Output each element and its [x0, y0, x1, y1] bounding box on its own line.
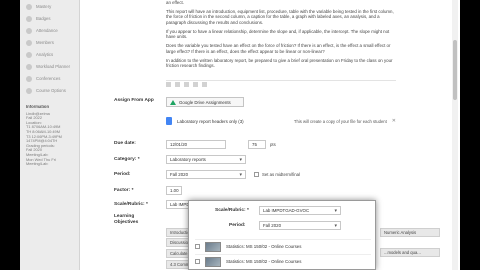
members-icon — [26, 39, 32, 46]
course-information: Information Lindb@zelma Fall 2022 Locati… — [26, 105, 78, 167]
description-paragraph: If you appear to have a linear relations… — [166, 28, 390, 40]
course-row[interactable]: Statistics: MS 150/02 - Online Courses — [195, 254, 371, 268]
period-select[interactable]: Fall 2020 — [166, 170, 246, 179]
attached-file-row: Laboratory report headers only (3) This … — [166, 115, 396, 127]
analytics-icon — [26, 51, 32, 58]
sidebar-item-members[interactable]: Members — [26, 38, 78, 47]
sidebar-item-label: Analytics — [36, 52, 54, 57]
sidebar-item-attendance[interactable]: Attendance — [26, 26, 78, 35]
google-drive-button[interactable]: Google Drive Assignments — [166, 97, 244, 107]
category-select[interactable]: Laboratory reports — [166, 155, 246, 164]
popup-scale-select[interactable]: Lab IMPDTGAD-GVOC — [259, 206, 341, 215]
due-date-label: Due date: — [114, 141, 136, 146]
scale-rubric-label: Scale/Rubric: * — [114, 202, 148, 207]
course-sidebar: Mastery Badges Attendance Members Analyt… — [20, 0, 80, 270]
objective-chip[interactable]: ...models and qua... — [380, 248, 440, 257]
image-icon[interactable] — [202, 82, 207, 87]
conferences-icon — [26, 75, 32, 82]
info-line: Meeting/Lab: — [26, 162, 49, 167]
course-row-label: Statistics: MS 150/02 - Online Courses — [226, 244, 302, 249]
scrollbar-thumb[interactable] — [453, 40, 457, 100]
due-date-input[interactable]: 12/01/20 — [166, 140, 226, 149]
sidebar-item-conferences[interactable]: Conferences — [26, 74, 78, 83]
remove-icon[interactable]: ✕ — [392, 118, 396, 124]
italic-icon[interactable] — [175, 82, 180, 87]
sidebar-item-analytics[interactable]: Analytics — [26, 50, 78, 59]
midterm-label: Set as midterm/final — [262, 172, 300, 177]
zoom-overlay: Scale/Rubric: * Lab IMPDTGAD-GVOC Period… — [188, 200, 376, 270]
course-page: Mastery Badges Attendance Members Analyt… — [20, 0, 460, 270]
popup-scale-label: Scale/Rubric: * — [215, 208, 249, 213]
screen-frame: Mastery Badges Attendance Members Analyt… — [0, 0, 480, 270]
course-row-label: Statistics: MS 150/02 - Online Courses — [226, 259, 302, 264]
course-checkbox[interactable] — [195, 259, 200, 264]
course-checkbox[interactable] — [195, 244, 200, 249]
gear-icon — [26, 87, 32, 94]
editor-toolbar — [166, 80, 396, 88]
learning-objectives-label: Learning Objectives — [114, 214, 139, 225]
link-icon[interactable] — [184, 82, 189, 87]
copy-note: This will create a copy of your file for… — [293, 118, 387, 124]
sidebar-item-badges[interactable]: Badges — [26, 14, 78, 23]
attached-file-name[interactable]: Laboratory report headers only (3) — [177, 119, 244, 124]
sidebar-item-label: Badges — [36, 16, 51, 21]
factor-input[interactable]: 1.00 — [166, 186, 182, 195]
mastery-icon — [26, 3, 32, 10]
popup-period-select[interactable]: Fall 2020 — [259, 221, 341, 230]
google-drive-button-label: Google Drive Assignments — [179, 99, 231, 105]
points-input[interactable]: 75 — [248, 140, 266, 149]
document-icon — [166, 117, 172, 125]
category-label: Category: * — [114, 157, 140, 162]
objective-chip[interactable]: Numeric Analysis — [380, 228, 440, 237]
course-thumbnail — [205, 241, 221, 252]
midterm-checkbox[interactable] — [254, 172, 259, 177]
planner-icon — [26, 63, 32, 70]
sidebar-item-label: Members — [36, 40, 54, 45]
course-row[interactable]: Statistics: MS 150/02 - Online Courses — [195, 239, 371, 253]
badge-icon — [26, 15, 32, 22]
information-heading: Information — [26, 105, 50, 109]
sidebar-item-label: Mastery — [36, 4, 52, 9]
description-paragraph: Does the variable you tested have an eff… — [166, 43, 391, 54]
sidebar-item-mastery[interactable]: Mastery — [26, 2, 78, 11]
bold-icon[interactable] — [166, 82, 171, 87]
assign-from-app-label: Assign From App — [114, 98, 154, 103]
points-unit: pts — [270, 142, 276, 147]
factor-label: Factor: * — [114, 188, 134, 193]
description-paragraph: This report will have an introduction, e… — [166, 8, 394, 25]
description-paragraph: In addition to the written laboratory re… — [166, 57, 393, 69]
course-thumbnail — [205, 256, 221, 267]
sidebar-item-label: Conferences — [36, 76, 61, 81]
sidebar-item-label: Attendance — [36, 28, 58, 33]
assignment-description[interactable]: an effect. This report will have an intr… — [166, 0, 396, 72]
description-paragraph: an effect. — [166, 0, 184, 5]
popup-period-label: Period: — [229, 223, 246, 228]
period-label: Period: — [114, 172, 131, 177]
attach-icon[interactable] — [193, 82, 198, 87]
sidebar-item-course-options[interactable]: Course Options — [26, 86, 78, 95]
page-scrollbar[interactable] — [452, 0, 458, 270]
sidebar-item-workload-planner[interactable]: Workload Planner — [26, 62, 78, 71]
google-drive-icon — [170, 99, 176, 105]
attendance-icon — [26, 27, 32, 34]
sidebar-item-label: Workload Planner — [36, 64, 71, 69]
sidebar-item-label: Course Options — [36, 88, 66, 93]
